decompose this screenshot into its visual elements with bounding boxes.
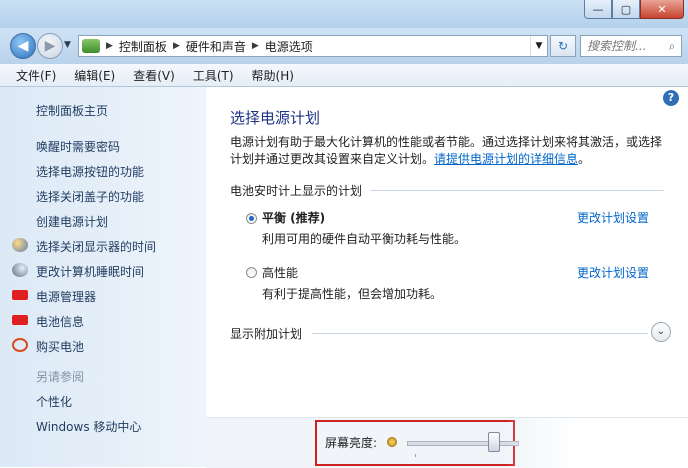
address-dropdown-button[interactable]: ▼: [530, 36, 547, 56]
minimize-button[interactable]: —: [584, 0, 612, 19]
sleep-time-link[interactable]: 更改计算机睡眠时间: [36, 263, 144, 280]
brightness-slider-track[interactable]: [407, 441, 519, 446]
search-input[interactable]: [581, 38, 665, 54]
see-also-heading: 另请参阅: [36, 370, 85, 384]
brightness-slider-thumb[interactable]: [487, 432, 500, 452]
navigation-bar: ◀ ▶ ▼ ▶ 控制面板 ▶ 硬件和声音 ▶ 电源选项 ▼ ↻ ⌕: [0, 28, 688, 64]
menu-help[interactable]: 帮助(H): [244, 67, 302, 84]
refresh-icon: ↻: [557, 39, 569, 53]
personalization-link[interactable]: 个性化: [36, 393, 72, 410]
close-button[interactable]: ✕: [640, 0, 684, 19]
battery-icon: [12, 315, 28, 325]
globe-icon: [12, 338, 28, 352]
high-performance-plan-name[interactable]: 高性能: [262, 264, 298, 281]
display-off-time-link[interactable]: 选择关闭显示器的时间: [36, 238, 156, 255]
battery-info-link[interactable]: 电池信息: [36, 313, 84, 330]
plan-description: 电源计划有助于最大化计算机的性能或者节能。通过选择计划来将其激活，或选择计划并通…: [230, 134, 670, 168]
chevron-down-icon: ⌄: [656, 326, 666, 337]
high-performance-change-settings-link[interactable]: 更改计划设置: [577, 264, 649, 281]
recent-pages-button[interactable]: ▼: [64, 40, 72, 50]
address-bar[interactable]: ▶ 控制面板 ▶ 硬件和声音 ▶ 电源选项 ▼: [78, 35, 548, 57]
chevron-down-icon: ▼: [535, 41, 543, 51]
breadcrumb-control-panel[interactable]: 控制面板: [119, 38, 167, 55]
additional-plans-divider: [312, 333, 648, 334]
moon-icon: [12, 263, 28, 277]
breadcrumb-arrow-icon[interactable]: ▶: [252, 41, 259, 51]
balanced-plan-name[interactable]: 平衡 (推荐): [262, 209, 325, 226]
sun-icon: [387, 437, 397, 447]
fade-overlay: [506, 418, 688, 468]
menu-file[interactable]: 文件(F): [8, 67, 64, 84]
breadcrumb-arrow-icon[interactable]: ▶: [173, 41, 180, 51]
high-performance-plan-desc: 有利于提高性能，但会增加功耗。: [262, 287, 443, 301]
menu-bar: 文件(F) 编辑(E) 查看(V) 工具(T) 帮助(H): [0, 64, 688, 87]
left-pane: 控制面板主页 唤醒时需要密码 选择电源按钮的功能 选择关闭盖子的功能 创建电源计…: [0, 87, 206, 467]
brightness-highlight: 屏幕亮度:: [315, 420, 519, 466]
arrow-left-icon: ◀: [17, 38, 29, 54]
refresh-button[interactable]: ↻: [550, 35, 576, 57]
breadcrumb-power-options[interactable]: 电源选项: [265, 38, 313, 55]
balanced-plan-desc: 利用可用的硬件自动平衡功耗与性能。: [262, 232, 467, 246]
control-panel-home-link[interactable]: 控制面板主页: [36, 102, 108, 119]
high-performance-plan-radio[interactable]: [246, 267, 257, 278]
brightness-bar: 屏幕亮度:: [206, 417, 688, 468]
battery-icon: [12, 290, 28, 300]
help-icon[interactable]: ?: [663, 90, 679, 106]
page-title: 选择电源计划: [230, 109, 321, 127]
breadcrumb-hardware-sound[interactable]: 硬件和声音: [186, 38, 246, 55]
balanced-plan-radio[interactable]: [246, 213, 257, 224]
show-additional-plans[interactable]: 显示附加计划: [230, 325, 302, 342]
slider-tick: [415, 454, 416, 457]
maximize-button[interactable]: ▢: [612, 0, 640, 19]
title-bar: — ▢ ✕: [0, 0, 688, 28]
window-controls: — ▢ ✕: [584, 0, 684, 20]
section-divider: [370, 190, 664, 191]
main-pane: ? 选择电源计划 电源计划有助于最大化计算机的性能或者节能。通过选择计划来将其激…: [206, 87, 688, 468]
display-moon-icon: [12, 238, 28, 252]
breadcrumb-arrow-icon[interactable]: ▶: [106, 41, 113, 51]
plan-details-link[interactable]: 请提供电源计划的详细信息: [434, 152, 578, 166]
back-button[interactable]: ◀: [10, 33, 36, 59]
close-lid-link[interactable]: 选择关闭盖子的功能: [36, 188, 144, 205]
section-title: 电池安时计上显示的计划: [230, 184, 363, 198]
expand-button[interactable]: ⌄: [651, 322, 671, 342]
chevron-down-icon: ▼: [64, 40, 71, 50]
wake-password-link[interactable]: 唤醒时需要密码: [36, 138, 120, 155]
control-panel-icon: [82, 39, 100, 53]
menu-edit[interactable]: 编辑(E): [66, 67, 123, 84]
menu-tools[interactable]: 工具(T): [185, 67, 242, 84]
power-manager-link[interactable]: 电源管理器: [36, 288, 96, 305]
buy-battery-link[interactable]: 购买电池: [36, 338, 84, 355]
search-icon[interactable]: ⌕: [665, 39, 679, 53]
description-end: 。: [578, 152, 591, 166]
balanced-change-settings-link[interactable]: 更改计划设置: [577, 209, 649, 226]
mobility-center-link[interactable]: Windows 移动中心: [36, 418, 141, 435]
forward-button[interactable]: ▶: [37, 33, 63, 59]
menu-view[interactable]: 查看(V): [125, 67, 183, 84]
create-plan-link[interactable]: 创建电源计划: [36, 213, 108, 230]
brightness-label: 屏幕亮度:: [325, 436, 378, 450]
search-box[interactable]: ⌕: [580, 35, 682, 57]
arrow-right-icon: ▶: [44, 38, 56, 54]
power-button-link[interactable]: 选择电源按钮的功能: [36, 163, 144, 180]
